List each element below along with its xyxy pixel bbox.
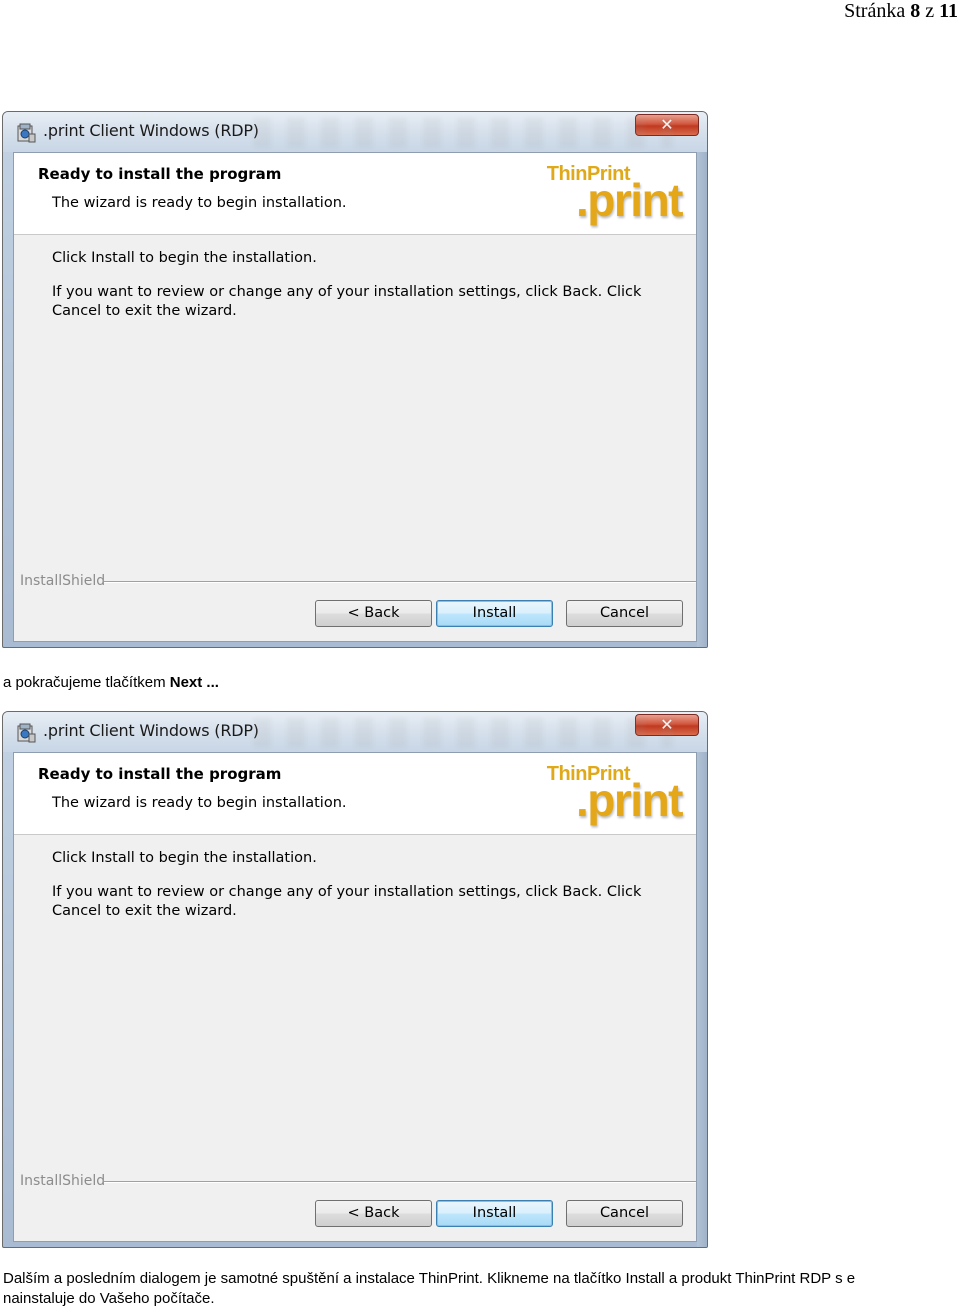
install-button[interactable]: Install [436,1200,553,1227]
caption-line: nainstaluje do Vašeho počítače. [3,1290,215,1307]
dialog-content: Ready to install the program The wizard … [13,752,697,1242]
caption-line: Dalším a posledním dialogem je samotné s… [3,1270,856,1287]
instruction-text: Click Install to begin the installation. [52,250,317,266]
caption-text: a pokračujeme tlačítkem [3,674,166,691]
cancel-button[interactable]: Cancel [566,600,683,627]
installer-dialog: .print Client Windows (RDP) ✕ Ready to i… [2,111,708,648]
thinprint-logo: ThinPrint .print [547,161,686,229]
wizard-header: Ready to install the program The wizard … [14,753,696,835]
installer-package-icon [17,723,36,743]
caption-next-label: Next ... [169,674,219,691]
header-subtitle: The wizard is ready to begin installatio… [52,795,347,811]
page-current: 8 [910,0,921,22]
header-subtitle: The wizard is ready to begin installatio… [52,195,347,211]
title-bar[interactable]: .print Client Windows (RDP) ✕ [3,112,707,152]
page-number: Stránka 8 z 11 [844,0,958,22]
back-button[interactable]: < Back [315,1200,432,1227]
install-button[interactable]: Install [436,600,553,627]
logo-wordmark: .print [576,774,683,826]
footer-divider [104,581,696,583]
logo-wordmark: .print [576,174,683,226]
header-title: Ready to install the program [38,165,282,183]
installer-dialog: .print Client Windows (RDP) ✕ Ready to i… [2,711,708,1248]
installer-package-icon [17,123,36,143]
title-bar[interactable]: .print Client Windows (RDP) ✕ [3,712,707,752]
close-button[interactable]: ✕ [635,714,699,736]
window-title: .print Client Windows (RDP) [43,721,259,740]
installshield-label: InstallShield [20,573,106,589]
window-title: .print Client Windows (RDP) [43,121,259,140]
window-frame-edge [697,152,707,647]
caption-final-step: Dalším a posledním dialogem je samotné s… [3,1269,960,1309]
dialog-content: Ready to install the program The wizard … [13,152,697,642]
page-total: 11 [939,0,958,22]
review-text: If you want to review or change any of y… [52,284,642,319]
page-of-label: z [925,0,935,22]
header-title: Ready to install the program [38,765,282,783]
page-label: Stránka [844,0,906,22]
instruction-text: Click Install to begin the installation. [52,850,317,866]
close-button[interactable]: ✕ [635,114,699,136]
wizard-header: Ready to install the program The wizard … [14,153,696,235]
back-button[interactable]: < Back [315,600,432,627]
footer-divider [104,1181,696,1183]
caption-continue: a pokračujeme tlačítkem Next ... [3,673,219,693]
review-text: If you want to review or change any of y… [52,884,642,919]
cancel-button[interactable]: Cancel [566,1200,683,1227]
installshield-label: InstallShield [20,1173,106,1189]
window-frame-edge [697,752,707,1247]
thinprint-logo: ThinPrint .print [547,761,686,829]
